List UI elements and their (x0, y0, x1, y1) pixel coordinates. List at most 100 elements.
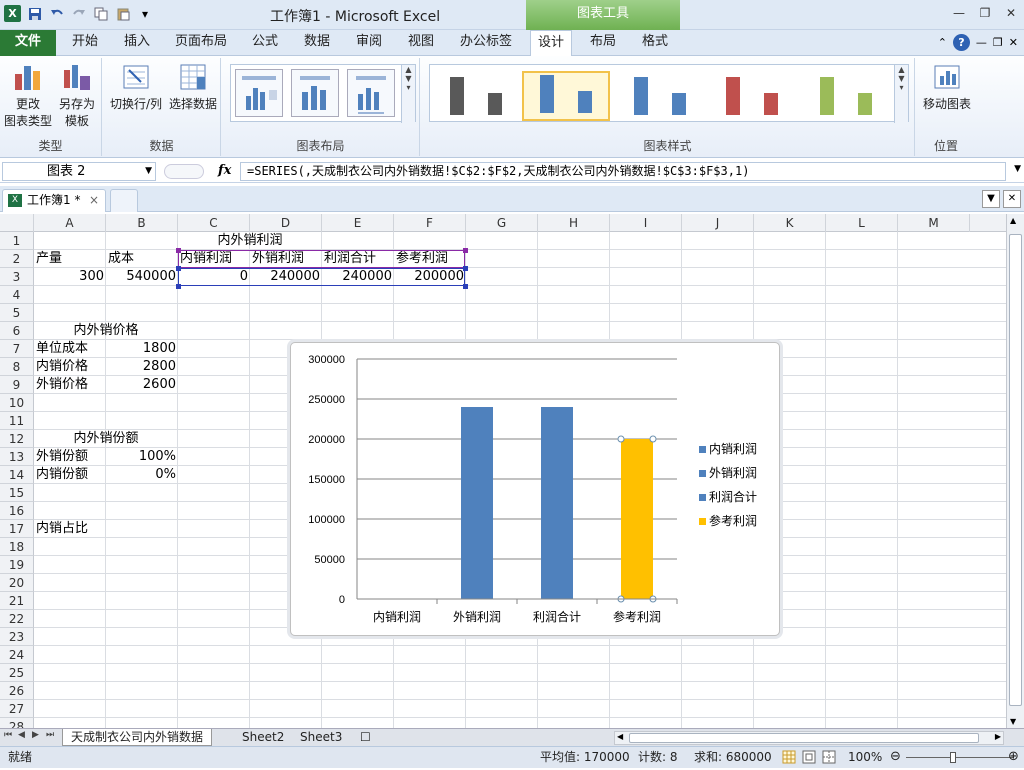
cell-A13[interactable]: 外销份额 (34, 448, 90, 466)
chart-styles-scroll[interactable]: ▲ ▼ ▾ (894, 65, 908, 123)
cell-A17[interactable]: 内销占比 (34, 520, 90, 538)
chart-layouts-scroll[interactable]: ▲ ▼ ▾ (401, 65, 415, 123)
sheet-tab-3[interactable]: Sheet3 (292, 729, 350, 746)
cell-A3[interactable]: 300 (34, 268, 106, 286)
formula-bar-splitter[interactable] (164, 164, 204, 179)
next-sheet-icon[interactable]: ▶ (32, 730, 39, 740)
scroll-right-icon[interactable]: ▶ (995, 732, 1001, 741)
range-handle[interactable] (463, 248, 468, 253)
row-header-2[interactable]: 2 (0, 250, 34, 268)
cell-B2[interactable]: 成本 (106, 250, 136, 268)
sheet-tab-2[interactable]: Sheet2 (234, 729, 292, 746)
cell-A6[interactable]: 内外销价格 (34, 322, 178, 340)
name-box[interactable]: 图表 2 ▼ (2, 162, 156, 181)
chart-layout-3[interactable] (347, 69, 395, 117)
row-header-24[interactable]: 24 (0, 646, 34, 664)
row-header-19[interactable]: 19 (0, 556, 34, 574)
horizontal-scrollbar[interactable]: ◀ ▶ (614, 731, 1004, 745)
tab-view[interactable]: 视图 (402, 30, 440, 56)
select-data-button[interactable]: 选择数据 (165, 62, 221, 113)
switch-row-column-button[interactable]: 切换行/列 (107, 62, 165, 113)
vertical-scrollbar[interactable]: ▲ ▼ (1006, 214, 1024, 728)
workbook-tab-close-icon[interactable]: × (89, 190, 99, 211)
tab-review[interactable]: 审阅 (350, 30, 388, 56)
chart-style-5[interactable] (802, 71, 890, 121)
workbook-tab[interactable]: X 工作簿1 * × (2, 189, 106, 212)
row-header-7[interactable]: 7 (0, 340, 34, 358)
row-header-16[interactable]: 16 (0, 502, 34, 520)
cell-B8[interactable]: 2800 (106, 358, 178, 376)
cell-B3[interactable]: 540000 (106, 268, 178, 286)
cell-A9[interactable]: 外销价格 (34, 376, 90, 394)
first-sheet-icon[interactable]: ⏮ (4, 730, 12, 740)
tab-formulas[interactable]: 公式 (246, 30, 284, 56)
row-header-1[interactable]: 1 (0, 232, 34, 250)
column-header-M[interactable]: M (898, 214, 970, 232)
prev-sheet-icon[interactable]: ◀ (18, 730, 25, 740)
row-header-8[interactable]: 8 (0, 358, 34, 376)
cell-A8[interactable]: 内销价格 (34, 358, 90, 376)
chart-layout-1[interactable] (235, 69, 283, 117)
range-handle[interactable] (176, 284, 181, 289)
selected-point-handle[interactable] (649, 435, 657, 443)
restore-icon[interactable]: ❐ (972, 0, 998, 26)
insert-function-icon[interactable]: fx (218, 163, 231, 178)
selected-point-handle[interactable] (617, 435, 625, 443)
range-handle[interactable] (176, 266, 181, 271)
chart-layout-2[interactable] (291, 69, 339, 117)
workbook-minimize-icon[interactable]: — (976, 36, 987, 49)
column-header-K[interactable]: K (754, 214, 826, 232)
scroll-left-icon[interactable]: ◀ (617, 732, 623, 741)
copy-icon[interactable] (93, 6, 109, 22)
tab-page-layout[interactable]: 页面布局 (170, 30, 232, 56)
range-handle[interactable] (463, 284, 468, 289)
row-header-6[interactable]: 6 (0, 322, 34, 340)
customize-qat-icon[interactable]: ▾ (137, 6, 153, 22)
redo-icon[interactable] (71, 6, 87, 22)
chart-style-4[interactable] (708, 71, 796, 121)
workbook-close-icon[interactable]: ✕ (1009, 36, 1018, 49)
row-header-26[interactable]: 26 (0, 682, 34, 700)
column-header-G[interactable]: G (466, 214, 538, 232)
row-header-3[interactable]: 3 (0, 268, 34, 286)
sheet-tab-1[interactable]: 天成制衣公司内外销数据 (62, 729, 213, 746)
zoom-slider-knob[interactable] (950, 752, 956, 763)
close-icon[interactable]: ✕ (998, 0, 1024, 26)
page-layout-view-icon[interactable] (802, 750, 816, 770)
tab-office-tab[interactable]: 办公标签 (454, 30, 518, 56)
row-header-27[interactable]: 27 (0, 700, 34, 718)
vertical-scroll-thumb[interactable] (1009, 234, 1022, 706)
row-header-14[interactable]: 14 (0, 466, 34, 484)
column-header-E[interactable]: E (322, 214, 394, 232)
row-header-20[interactable]: 20 (0, 574, 34, 592)
row-header-21[interactable]: 21 (0, 592, 34, 610)
row-header-13[interactable]: 13 (0, 448, 34, 466)
cell-A2[interactable]: 产量 (34, 250, 64, 268)
scroll-up-icon[interactable]: ▲ (1010, 216, 1016, 225)
tab-home[interactable]: 开始 (66, 30, 104, 56)
minimize-ribbon-icon[interactable]: ⌃ (938, 36, 947, 49)
tab-file[interactable]: 文件 (0, 30, 56, 56)
cell-A14[interactable]: 内销份额 (34, 466, 90, 484)
select-all-corner[interactable] (0, 214, 34, 232)
cell-B14[interactable]: 0% (106, 466, 178, 484)
column-header-H[interactable]: H (538, 214, 610, 232)
tab-list-dropdown-icon[interactable]: ▼ (982, 190, 1000, 208)
spreadsheet-grid[interactable]: ABCDEFGHIJKLM 1 2 3 4 5 6 7 8 9 10 11 12 13 14 15 16 17 1… (0, 214, 1006, 728)
expand-formula-bar-icon[interactable]: ▼ (1014, 164, 1021, 174)
formula-input[interactable]: =SERIES(,天成制衣公司内外销数据!$C$2:$F$2,天成制衣公司内外销… (240, 162, 1006, 181)
zoom-in-icon[interactable]: ⊕ (1008, 747, 1019, 767)
cell-B9[interactable]: 2600 (106, 376, 178, 394)
chart-object[interactable]: 300000 250000 200000 150000 100000 50000 0 内销利润… (290, 342, 780, 636)
new-workbook-tab[interactable] (110, 189, 138, 212)
workbook-restore-icon[interactable]: ❐ (993, 36, 1003, 49)
tab-format[interactable]: 格式 (636, 30, 674, 56)
cell-B13[interactable]: 100% (106, 448, 178, 466)
range-handle[interactable] (176, 248, 181, 253)
row-header-12[interactable]: 12 (0, 430, 34, 448)
column-header-C[interactable]: C (178, 214, 250, 232)
bar-外销利润[interactable] (461, 407, 493, 599)
cell-A12[interactable]: 内外销份额 (34, 430, 178, 448)
scroll-down-icon[interactable]: ▼ (1010, 717, 1016, 726)
change-chart-type-button[interactable]: 更改 图表类型 (4, 62, 52, 130)
